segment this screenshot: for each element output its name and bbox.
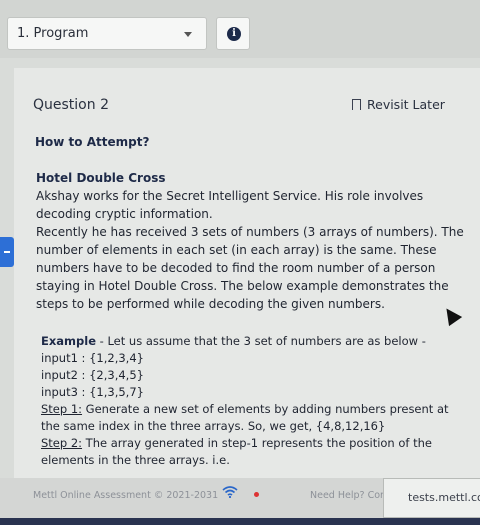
step-1-label: Step 1: xyxy=(41,402,83,416)
url-tooltip: tests.mettl.co xyxy=(383,478,480,518)
info-icon: i xyxy=(227,27,241,41)
step-2-text: The array generated in step-1 represents… xyxy=(41,436,432,467)
bookmark-icon xyxy=(352,99,361,111)
revisit-later-button[interactable]: Revisit Later xyxy=(352,97,445,112)
how-to-attempt-link[interactable]: How to Attempt? xyxy=(35,135,149,149)
example-input-3: input3 : {1,3,5,7} xyxy=(41,385,144,399)
side-panel-toggle[interactable] xyxy=(0,237,14,267)
section-select-value: 1. Program xyxy=(17,26,89,41)
info-button[interactable]: i xyxy=(216,17,250,50)
section-select[interactable]: 1. Program xyxy=(7,17,207,50)
example-step-2: Step 2: The array generated in step-1 re… xyxy=(41,435,461,469)
example-input-2: input2 : {2,3,4,5} xyxy=(41,368,144,382)
chevron-down-icon xyxy=(184,32,192,37)
example-intro: Example - Let us assume that the 3 set o… xyxy=(41,333,461,350)
example-step-1: Step 1: Generate a new set of elements b… xyxy=(41,401,461,435)
problem-paragraph-1: Akshay works for the Secret Intelligent … xyxy=(36,189,424,221)
taskbar-strip xyxy=(0,518,480,525)
example-label: Example xyxy=(41,334,96,348)
url-text: tests.mettl.co xyxy=(408,491,480,504)
step-2-label: Step 2: xyxy=(41,436,83,450)
example-intro-text: - Let us assume that the 3 set of number… xyxy=(96,334,426,348)
need-help-link[interactable]: Need Help? Cor xyxy=(310,490,384,501)
problem-statement: Hotel Double Cross Akshay works for the … xyxy=(36,169,468,313)
recording-indicator-icon xyxy=(254,492,259,497)
footer: Mettl Online Assessment © 2021-2031 Need… xyxy=(0,478,480,518)
step-1-text: Generate a new set of elements by adding… xyxy=(41,402,449,433)
question-title: Question 2 xyxy=(33,97,109,113)
problem-paragraph-2: Recently he has received 3 sets of numbe… xyxy=(36,225,464,311)
footer-copyright: Mettl Online Assessment © 2021-2031 xyxy=(33,490,219,501)
revisit-later-label: Revisit Later xyxy=(367,97,445,112)
example-block: Example - Let us assume that the 3 set o… xyxy=(41,333,461,469)
wifi-icon xyxy=(222,486,238,502)
example-input-1: input1 : {1,2,3,4} xyxy=(41,351,144,365)
problem-heading: Hotel Double Cross xyxy=(36,171,166,185)
